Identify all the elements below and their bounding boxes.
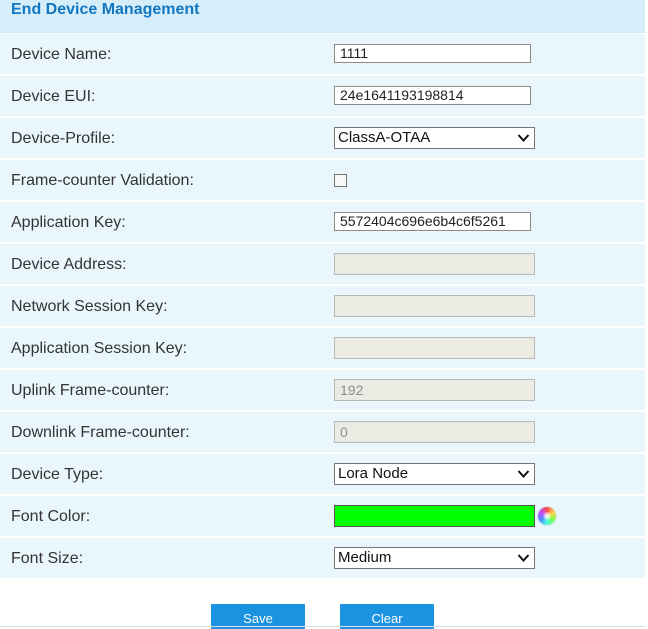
label-cell: Application Session Key: bbox=[0, 328, 322, 368]
frame-counter-validation-checkbox[interactable] bbox=[334, 174, 347, 187]
form-row-uplink-frame-counter: Uplink Frame-counter: 192 bbox=[0, 370, 645, 410]
form-row-network-session-key: Network Session Key: bbox=[0, 286, 645, 326]
value-cell bbox=[324, 244, 645, 284]
label-cell: Device-Profile: bbox=[0, 118, 322, 158]
downlink-frame-counter-label: Downlink Frame-counter: bbox=[11, 424, 190, 441]
end-device-management-panel: End Device Management Device Name: 1111 … bbox=[0, 0, 645, 629]
value-cell: 24e1641193198814 bbox=[324, 76, 645, 116]
chevron-down-icon bbox=[517, 134, 530, 142]
device-profile-select[interactable]: ClassA-OTAA bbox=[334, 127, 535, 149]
uplink-frame-counter-input: 192 bbox=[334, 379, 535, 401]
font-size-label: Font Size: bbox=[11, 550, 84, 567]
value-cell: ClassA-OTAA bbox=[324, 118, 645, 158]
label-cell: Device Address: bbox=[0, 244, 322, 284]
device-type-selected-value: Lora Node bbox=[338, 465, 409, 482]
label-cell: Application Key: bbox=[0, 202, 322, 242]
label-cell: Uplink Frame-counter: bbox=[0, 370, 322, 410]
form-row-downlink-frame-counter: Downlink Frame-counter: 0 bbox=[0, 412, 645, 452]
value-cell: 1111 bbox=[324, 34, 645, 74]
value-cell bbox=[324, 286, 645, 326]
panel-header: End Device Management bbox=[0, 0, 645, 33]
value-cell: 5572404c696e6b4c6f5261 bbox=[324, 202, 645, 242]
device-profile-selected-value: ClassA-OTAA bbox=[338, 129, 431, 146]
font-color-swatch[interactable] bbox=[334, 505, 535, 527]
label-cell: Downlink Frame-counter: bbox=[0, 412, 322, 452]
value-cell bbox=[324, 160, 645, 200]
device-address-input bbox=[334, 253, 535, 275]
value-cell: 192 bbox=[324, 370, 645, 410]
application-key-input[interactable]: 5572404c696e6b4c6f5261 bbox=[334, 212, 531, 231]
label-cell: Frame-counter Validation: bbox=[0, 160, 322, 200]
divider bbox=[0, 626, 645, 627]
value-cell: Lora Node bbox=[324, 454, 645, 494]
uplink-frame-counter-label: Uplink Frame-counter: bbox=[11, 382, 170, 399]
font-color-label: Font Color: bbox=[11, 508, 91, 525]
form-row-device-address: Device Address: bbox=[0, 244, 645, 284]
form-row-application-key: Application Key: 5572404c696e6b4c6f5261 bbox=[0, 202, 645, 242]
chevron-down-icon bbox=[517, 470, 530, 478]
label-cell: Font Color: bbox=[0, 496, 322, 536]
device-type-label: Device Type: bbox=[11, 466, 104, 483]
label-cell: Device Name: bbox=[0, 34, 322, 74]
value-cell: 0 bbox=[324, 412, 645, 452]
application-key-label: Application Key: bbox=[11, 214, 126, 231]
network-session-key-input bbox=[334, 295, 535, 317]
form-row-device-profile: Device-Profile: ClassA-OTAA bbox=[0, 118, 645, 158]
chevron-down-icon bbox=[517, 554, 530, 562]
form-row-frame-counter-validation: Frame-counter Validation: bbox=[0, 160, 645, 200]
application-session-key-label: Application Session Key: bbox=[11, 340, 188, 357]
value-cell: Medium bbox=[324, 538, 645, 578]
label-cell: Font Size: bbox=[0, 538, 322, 578]
label-cell: Network Session Key: bbox=[0, 286, 322, 326]
device-eui-label: Device EUI: bbox=[11, 88, 96, 105]
form-row-font-color: Font Color: bbox=[0, 496, 645, 536]
form-row-device-type: Device Type: Lora Node bbox=[0, 454, 645, 494]
device-eui-input[interactable]: 24e1641193198814 bbox=[334, 86, 531, 105]
form-row-device-name: Device Name: 1111 bbox=[0, 34, 645, 74]
value-cell bbox=[324, 496, 645, 536]
form-row-application-session-key: Application Session Key: bbox=[0, 328, 645, 368]
font-size-select[interactable]: Medium bbox=[334, 547, 535, 569]
device-address-label: Device Address: bbox=[11, 256, 127, 273]
frame-counter-validation-label: Frame-counter Validation: bbox=[11, 172, 194, 189]
application-session-key-input bbox=[334, 337, 535, 359]
form-row-device-eui: Device EUI: 24e1641193198814 bbox=[0, 76, 645, 116]
device-profile-label: Device-Profile: bbox=[11, 130, 116, 147]
font-size-selected-value: Medium bbox=[338, 549, 392, 566]
device-type-select[interactable]: Lora Node bbox=[334, 463, 535, 485]
device-name-label: Device Name: bbox=[11, 46, 112, 63]
form-row-font-size: Font Size: Medium bbox=[0, 538, 645, 578]
downlink-frame-counter-input: 0 bbox=[334, 421, 535, 443]
page-title: End Device Management bbox=[11, 1, 200, 18]
color-wheel-icon[interactable] bbox=[538, 507, 556, 525]
device-name-input[interactable]: 1111 bbox=[334, 44, 531, 63]
label-cell: Device EUI: bbox=[0, 76, 322, 116]
label-cell: Device Type: bbox=[0, 454, 322, 494]
network-session-key-label: Network Session Key: bbox=[11, 298, 168, 315]
value-cell bbox=[324, 328, 645, 368]
